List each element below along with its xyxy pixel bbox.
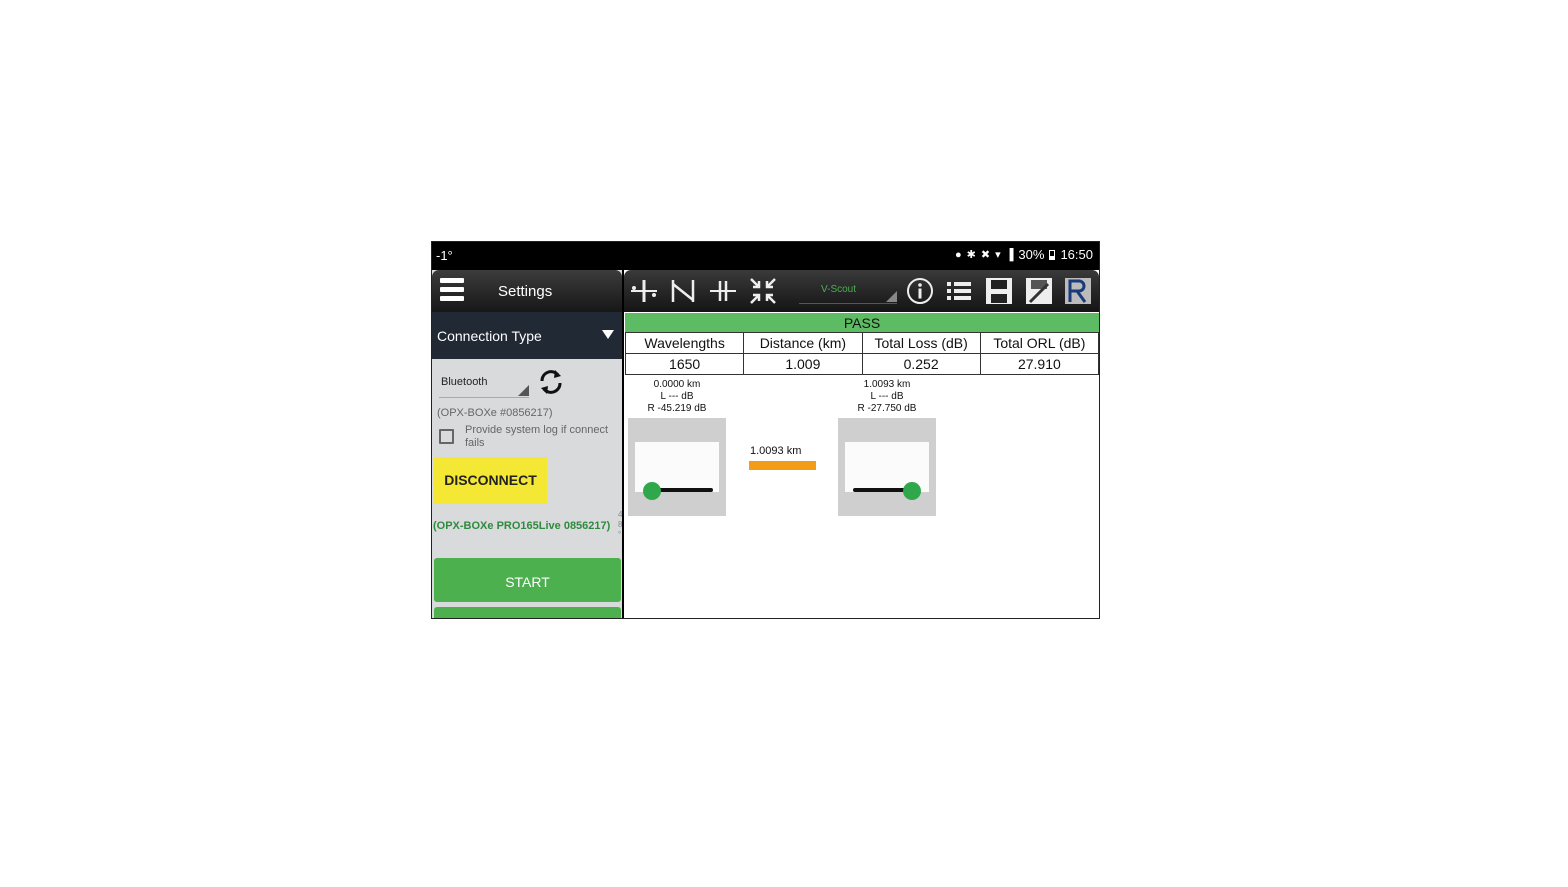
connection-select-value: Bluetooth [441, 376, 488, 388]
end-event-loss: L --- dB [870, 391, 904, 402]
start-button[interactable]: START [434, 558, 621, 602]
table-row: 1650 1.009 0.252 27.910 [624, 353, 1099, 375]
settings-panel: Settings Connection Type Bluetooth (OPX-… [432, 270, 622, 618]
span-length-label: 1.0093 km [750, 445, 802, 457]
end-event-info: 1.0093 km L --- dB R -27.750 dB [847, 379, 927, 415]
connection-type-label: Connection Type [437, 328, 542, 344]
mode-select-value: V-Scout [821, 284, 857, 295]
end-event-box[interactable] [838, 418, 936, 516]
connection-type-dropdown[interactable]: Connection Type [432, 312, 622, 359]
column-header: Wavelengths [624, 332, 745, 354]
column-header: Total Loss (dB) [861, 332, 981, 354]
bluetooth-icon: ✱ [966, 249, 976, 261]
splice-icon[interactable] [629, 276, 659, 306]
table-cell: 0.252 [861, 353, 981, 375]
status-bar: -1° ● ✱ ✖ ▾ ▐ 30% 16:50 [432, 242, 1099, 270]
column-header: Total ORL (dB) [979, 332, 1099, 354]
wifi-icon: ▾ [995, 249, 1001, 261]
save-icon[interactable] [984, 276, 1014, 306]
results-table: Wavelengths Distance (km) Total Loss (dB… [624, 332, 1099, 375]
location-icon: ● [955, 248, 962, 261]
start-event-reflectance: R -45.219 dB [647, 403, 707, 414]
settings-header: Settings [432, 270, 622, 312]
column-header: Distance (km) [743, 332, 863, 354]
save-as-icon[interactable] [1024, 276, 1054, 306]
menu-icon[interactable] [440, 278, 464, 304]
mute-icon: ✖ [980, 249, 991, 261]
fiber-end-icon[interactable] [669, 276, 699, 306]
table-cell: 1650 [624, 353, 745, 375]
list-icon[interactable] [944, 276, 974, 306]
system-log-checkbox[interactable] [439, 429, 454, 444]
connection-status: (OPX-BOXe PRO165Live 0856217) [433, 520, 611, 532]
clock: 16:50 [1060, 247, 1093, 262]
collapse-icon[interactable] [748, 276, 778, 306]
settings-title: Settings [498, 283, 553, 300]
event-icon-frame [845, 442, 929, 500]
dropdown-arrow-icon [602, 330, 614, 339]
signal-icon: ▐ [1005, 248, 1014, 261]
start-event-distance: 0.0000 km [653, 379, 701, 390]
toolbar: V-Scout [624, 270, 1099, 312]
app-screen: -1° ● ✱ ✖ ▾ ▐ 30% 16:50 Settings Connect… [431, 241, 1100, 619]
start-event-info: 0.0000 km L --- dB R -45.219 dB [637, 379, 717, 415]
temperature-readout: -1° [436, 248, 453, 263]
start-event-box[interactable] [628, 418, 726, 516]
info-icon[interactable] [905, 276, 935, 306]
table-cell: 1.009 [743, 353, 863, 375]
event-dot-icon [903, 482, 921, 500]
mode-select[interactable]: V-Scout [799, 276, 897, 304]
refresh-icon[interactable] [536, 367, 566, 397]
table-header-row: Wavelengths Distance (km) Total Loss (dB… [624, 332, 1099, 354]
secondary-button[interactable] [434, 607, 621, 618]
battery-percent: 30% [1018, 247, 1045, 262]
event-dot-icon [643, 482, 661, 500]
start-event-loss: L --- dB [660, 391, 694, 402]
connector-icon[interactable] [708, 276, 738, 306]
end-event-reflectance: R -27.750 dB [857, 403, 917, 414]
report-icon[interactable] [1063, 276, 1093, 306]
end-event-distance: 1.0093 km [863, 379, 911, 390]
fiber-span-bar[interactable] [749, 461, 816, 470]
pass-status-bar: PASS [625, 313, 1099, 332]
select-corner-icon [518, 385, 529, 396]
connection-select[interactable]: Bluetooth [439, 370, 529, 398]
device-id: (OPX-BOXe #0856217) [437, 407, 553, 419]
select-corner-icon [886, 291, 897, 302]
table-cell: 27.910 [979, 353, 1099, 375]
system-log-label: Provide system log if connect fails [465, 424, 609, 449]
panel-divider [622, 270, 624, 618]
disconnect-button[interactable]: DISCONNECT [434, 457, 547, 504]
event-icon-frame [635, 442, 719, 500]
battery-icon [1049, 249, 1056, 260]
status-icons: ● ✱ ✖ ▾ ▐ 30% 16:50 [955, 247, 1093, 262]
